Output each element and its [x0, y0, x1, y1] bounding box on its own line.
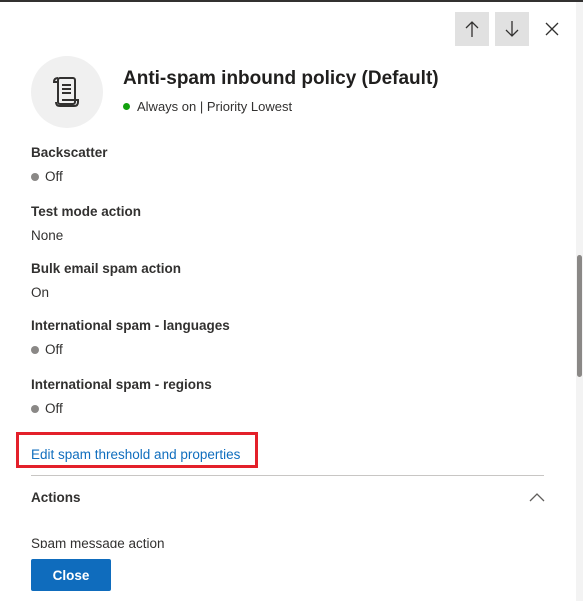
actions-section-header[interactable]: Actions: [31, 490, 81, 505]
status-dot-icon: [31, 172, 39, 181]
next-item-button[interactable]: [495, 12, 529, 46]
field-value-text: Off: [45, 401, 63, 416]
field-value: Off: [31, 169, 108, 184]
status-text: Always on | Priority Lowest: [137, 99, 293, 114]
field-value-text: None: [31, 228, 64, 243]
field-label: Bulk email spam action: [31, 261, 182, 276]
section-divider: [31, 475, 544, 476]
scrollbar-thumb[interactable]: [577, 255, 582, 377]
field-value: Off: [31, 342, 230, 357]
arrow-up-icon: [465, 21, 479, 37]
field-bulk-email-spam-action: Bulk email spam action On: [31, 261, 181, 300]
field-value: Off: [31, 401, 212, 416]
scroll-policy-icon: [52, 77, 79, 107]
field-label: Test mode action: [31, 204, 142, 219]
policy-avatar: [31, 56, 103, 128]
field-backscatter: Backscatter Off: [31, 145, 108, 184]
close-button[interactable]: Close: [31, 559, 111, 591]
field-value-text: Off: [45, 169, 63, 184]
status-dot-icon: [123, 103, 130, 110]
page-title: Anti-spam inbound policy (Default): [123, 68, 439, 89]
close-icon: [545, 22, 559, 36]
field-value: None: [31, 228, 141, 243]
field-test-mode-action: Test mode action None: [31, 204, 141, 243]
status-dot-icon: [31, 345, 39, 354]
field-value-text: Off: [45, 342, 63, 357]
field-label: International spam - languages: [31, 318, 230, 333]
panel-footer: Close: [0, 548, 576, 601]
edit-spam-threshold-link[interactable]: Edit spam threshold and properties: [31, 447, 240, 462]
field-international-spam-languages: International spam - languages Off: [31, 318, 230, 357]
status-line: Always on | Priority Lowest: [123, 99, 292, 114]
field-label: Backscatter: [31, 145, 108, 160]
field-value-text: On: [31, 285, 50, 300]
flyout-panel: Anti-spam inbound policy (Default) Alway…: [0, 2, 583, 601]
arrow-down-icon: [505, 21, 519, 37]
field-international-spam-regions: International spam - regions Off: [31, 377, 212, 416]
status-dot-icon: [31, 404, 39, 413]
field-value: On: [31, 285, 181, 300]
previous-item-button[interactable]: [455, 12, 489, 46]
close-panel-button[interactable]: [535, 12, 569, 46]
field-label: International spam - regions: [31, 377, 212, 392]
chevron-up-icon[interactable]: [528, 490, 546, 504]
